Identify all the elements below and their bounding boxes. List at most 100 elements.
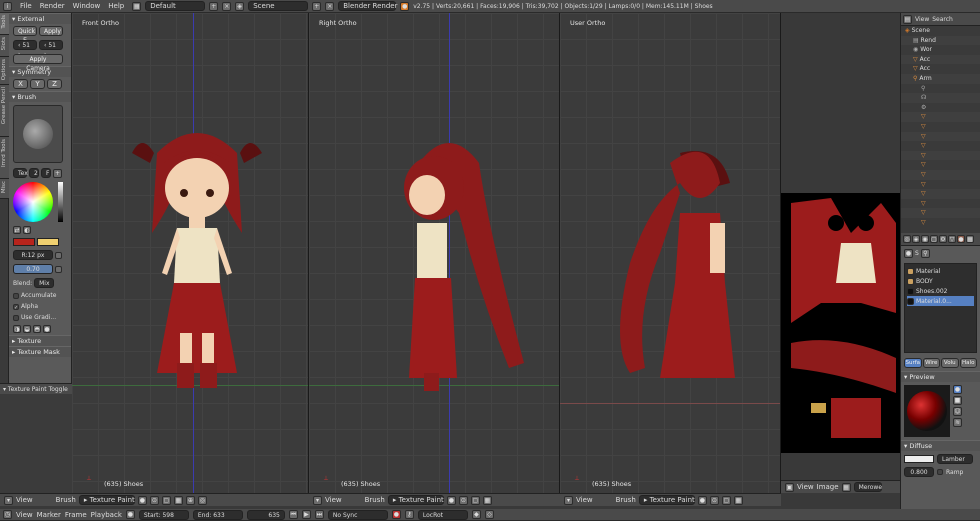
- start-frame-field[interactable]: Start: 598: [138, 509, 189, 520]
- add-layout-icon[interactable]: +: [209, 1, 219, 11]
- modifier-tab-icon[interactable]: ⚙: [939, 235, 947, 243]
- menu-help[interactable]: Help: [104, 2, 128, 10]
- material-slot[interactable]: BODY: [907, 276, 974, 286]
- render-tab-icon[interactable]: ◎: [903, 235, 911, 243]
- editor-type-icon[interactable]: ▣: [785, 482, 794, 492]
- outliner-item[interactable]: ⚙: [901, 103, 980, 113]
- outliner-item[interactable]: ◉ Wor: [901, 45, 980, 55]
- remove-scene-icon[interactable]: ×: [325, 1, 335, 11]
- value-slider[interactable]: [58, 182, 63, 222]
- preview-cube-button[interactable]: ■: [953, 396, 962, 405]
- outliner-item[interactable]: ▽ Acc: [901, 64, 980, 74]
- menu-render[interactable]: Render: [36, 2, 69, 10]
- scene-icon[interactable]: ◈: [235, 1, 245, 11]
- outliner-item[interactable]: ▽: [901, 122, 980, 132]
- texture-tab-icon[interactable]: ▦: [966, 235, 974, 243]
- outliner-item[interactable]: ▽: [901, 180, 980, 190]
- outliner-item[interactable]: ▽: [901, 160, 980, 170]
- insert-keyframe-icon[interactable]: ◆: [471, 510, 481, 519]
- brush-panel-header[interactable]: ▾ Brush: [9, 91, 71, 102]
- menu-window[interactable]: Window: [69, 2, 105, 10]
- menu-marker[interactable]: Marker: [37, 511, 61, 519]
- outliner-item[interactable]: ⚲ Arm: [901, 73, 980, 84]
- swap-colors-icon[interactable]: ⇄: [13, 226, 21, 234]
- mode-select[interactable]: ▸ Texture Paint: [387, 495, 444, 505]
- jump-end-icon[interactable]: ⏭: [314, 510, 324, 519]
- texture-slot-number[interactable]: 2: [29, 168, 39, 178]
- menu-view[interactable]: View: [797, 483, 814, 491]
- preview-panel-header[interactable]: ▾ Preview: [901, 371, 980, 382]
- shader-tab-wire[interactable]: Wire: [922, 358, 940, 368]
- use-gradient-checkbox[interactable]: [13, 314, 19, 321]
- outliner-search-menu[interactable]: Search: [932, 16, 953, 23]
- alpha-checkbox[interactable]: ✓: [13, 303, 19, 311]
- texture-slot-label[interactable]: Tex: [13, 168, 28, 178]
- uv-texture-image[interactable]: [781, 193, 900, 453]
- render-icon[interactable]: ◎: [197, 495, 207, 505]
- add-scene-icon[interactable]: +: [312, 1, 322, 11]
- accumulate-checkbox[interactable]: [13, 292, 19, 299]
- menu-brush[interactable]: Brush: [616, 496, 636, 504]
- operator-panel-header[interactable]: ▾ Texture Paint Toggle: [0, 383, 72, 394]
- snap-icon[interactable]: ⊕: [185, 495, 195, 505]
- texture-panel-header[interactable]: ▸ Texture: [9, 335, 71, 346]
- tab-grease-pencil[interactable]: Grease Pencil: [0, 85, 9, 137]
- outliner-item[interactable]: ▤ Rend: [901, 35, 980, 46]
- preview-monkey-button[interactable]: ☺: [953, 407, 962, 416]
- outliner-item[interactable]: ◈ Scene: [901, 26, 980, 36]
- size-x-field[interactable]: ‹ 51 ›: [13, 40, 37, 58]
- radius-field[interactable]: R:12 px: [13, 250, 53, 260]
- ramp-checkbox[interactable]: [937, 469, 943, 475]
- mask-icon[interactable]: ▢: [470, 495, 480, 505]
- gradient-icon[interactable]: ◐: [23, 226, 31, 234]
- image-name-field[interactable]: Merowe: [853, 482, 882, 492]
- quick-edit-button[interactable]: Quick E: [13, 26, 37, 44]
- menu-view[interactable]: View: [16, 496, 33, 504]
- outliner-type-icon[interactable]: ▤: [903, 14, 912, 24]
- fake-user-toggle[interactable]: F: [41, 168, 51, 178]
- external-panel-header[interactable]: ▾ External: [9, 13, 71, 24]
- diffuse-panel-header[interactable]: ▾ Diffuse: [901, 440, 980, 451]
- render-engine-select[interactable]: Blender Render: [338, 1, 397, 11]
- tab-options[interactable]: Options: [0, 57, 9, 85]
- color-wheel[interactable]: [13, 182, 53, 222]
- blend-mode-select[interactable]: Mix: [34, 278, 55, 288]
- menu-file[interactable]: File: [16, 2, 36, 10]
- outliner-item[interactable]: ▽: [901, 131, 980, 142]
- preview-sphere-button[interactable]: ●: [953, 385, 962, 394]
- shading-icon[interactable]: ●: [137, 495, 147, 505]
- tab-misc[interactable]: Misc: [0, 179, 9, 199]
- outliner-item[interactable]: ▽: [901, 189, 980, 199]
- layers-icon[interactable]: ▦: [173, 495, 183, 505]
- outliner-item[interactable]: ▽: [901, 218, 980, 228]
- viewport-right[interactable]: Right Ortho ⊥ (635) Shoes: [309, 13, 560, 493]
- diffuse-shader-select[interactable]: Lamber: [937, 454, 973, 464]
- symmetry-y-toggle[interactable]: Y: [30, 79, 45, 89]
- palette-icon-1[interactable]: ◑: [13, 325, 21, 333]
- auto-keying-icon[interactable]: ●: [391, 510, 401, 519]
- add-brush-icon[interactable]: +: [53, 168, 62, 178]
- mask-icon[interactable]: ▢: [161, 495, 171, 505]
- menu-brush[interactable]: Brush: [56, 496, 76, 504]
- menu-playback[interactable]: Playback: [91, 511, 122, 519]
- outliner-item[interactable]: ▽ Acc: [901, 54, 980, 65]
- image-browse-icon[interactable]: ▦: [841, 482, 851, 492]
- pivot-icon[interactable]: ⊙: [149, 495, 159, 505]
- tab-imrd-tools[interactable]: Imrd Tools: [0, 137, 9, 179]
- world-tab-icon[interactable]: ◉: [921, 235, 929, 243]
- texture-mask-panel-header[interactable]: ▸ Texture Mask: [9, 346, 71, 357]
- scene-tab-icon[interactable]: ◈: [912, 235, 920, 243]
- palette-icon-4[interactable]: ●: [43, 325, 51, 333]
- tab-tools[interactable]: Tools: [0, 13, 9, 35]
- mode-select[interactable]: ▸ Texture Paint: [638, 495, 695, 505]
- radius-pressure-icon[interactable]: [55, 251, 62, 259]
- symmetry-x-toggle[interactable]: X: [13, 79, 28, 89]
- menu-view[interactable]: View: [576, 496, 593, 504]
- menu-frame[interactable]: Frame: [65, 511, 87, 519]
- outliner-item[interactable]: ☊: [901, 93, 980, 103]
- outliner-item[interactable]: ▽: [901, 141, 980, 151]
- object-tab-icon[interactable]: ▢: [930, 235, 938, 243]
- mask-icon[interactable]: ▢: [721, 495, 731, 505]
- shading-icon[interactable]: ●: [446, 495, 456, 505]
- scene-field[interactable]: Scene: [248, 1, 309, 11]
